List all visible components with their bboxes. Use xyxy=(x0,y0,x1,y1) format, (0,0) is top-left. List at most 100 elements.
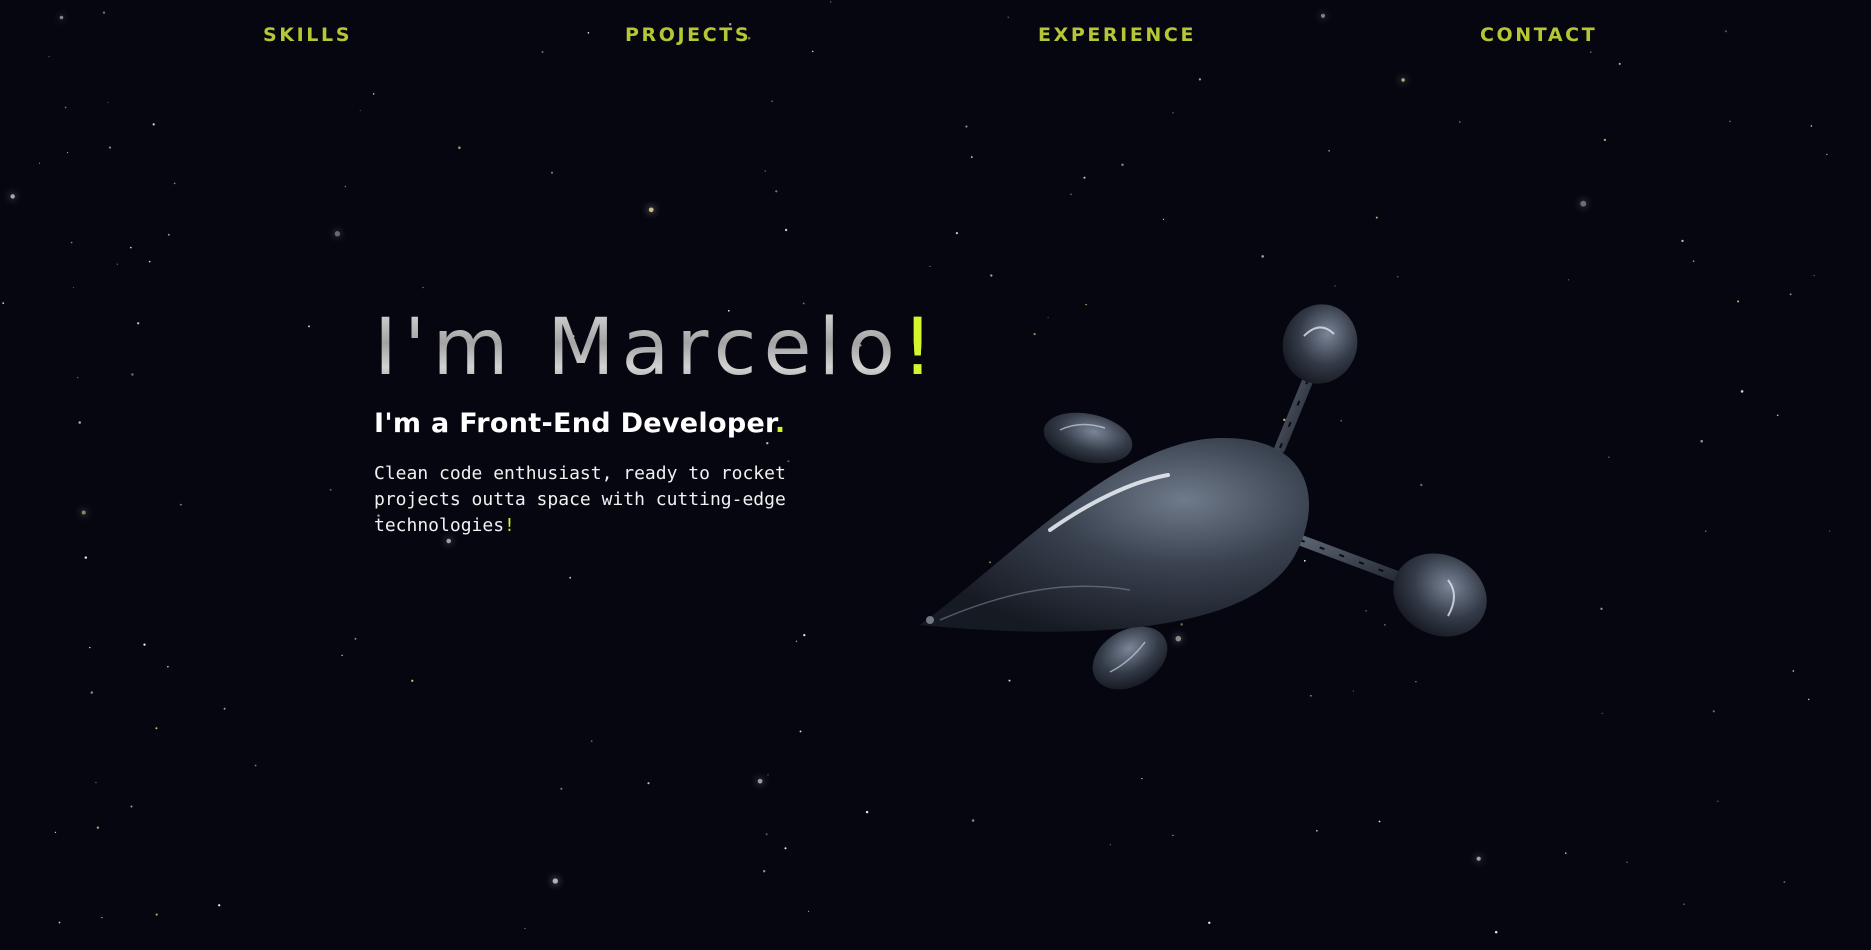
star xyxy=(167,665,169,668)
star xyxy=(2,302,5,304)
star xyxy=(990,274,993,277)
star xyxy=(130,805,133,808)
star xyxy=(143,643,146,646)
star xyxy=(307,325,311,328)
star xyxy=(1208,921,1211,924)
main-nav: SKILLS PROJECTS EXPERIENCE CONTACT xyxy=(0,24,1871,50)
star xyxy=(1567,279,1570,281)
star xyxy=(648,207,654,213)
star xyxy=(965,125,968,128)
hero-subtitle-period: . xyxy=(774,408,786,439)
star xyxy=(1375,216,1378,219)
star xyxy=(90,691,94,694)
star xyxy=(1829,530,1831,532)
star xyxy=(971,819,975,822)
star xyxy=(808,910,810,913)
star xyxy=(334,231,341,237)
star xyxy=(1681,239,1684,243)
star xyxy=(58,921,61,924)
star xyxy=(76,376,79,379)
star xyxy=(329,488,332,491)
star xyxy=(89,646,91,649)
star xyxy=(102,11,106,14)
star xyxy=(775,190,778,193)
star xyxy=(1712,710,1716,713)
star xyxy=(223,707,226,710)
star xyxy=(1198,78,1202,81)
star xyxy=(1807,698,1810,701)
star xyxy=(95,781,97,784)
star xyxy=(39,162,41,164)
star xyxy=(767,774,769,776)
star xyxy=(1083,176,1086,179)
star xyxy=(1789,293,1792,296)
star xyxy=(1162,218,1165,220)
nav-projects-link[interactable]: PROJECTS xyxy=(625,24,751,46)
star xyxy=(1172,834,1174,837)
star xyxy=(101,917,103,919)
star xyxy=(59,15,64,20)
star xyxy=(1316,829,1318,832)
star xyxy=(155,913,158,916)
star xyxy=(108,146,112,149)
hero-description-exclamation: ! xyxy=(504,515,515,536)
star xyxy=(569,576,572,579)
star xyxy=(771,100,774,103)
star xyxy=(1328,150,1330,152)
star xyxy=(1580,200,1587,207)
star xyxy=(131,373,134,376)
nav-experience-link[interactable]: EXPERIENCE xyxy=(1038,24,1196,46)
nav-contact-link[interactable]: CONTACT xyxy=(1480,24,1597,46)
star xyxy=(1740,390,1744,393)
star xyxy=(422,286,424,289)
star xyxy=(167,233,170,236)
hero-description: Clean code enthusiast, ready to rocket p… xyxy=(374,461,834,539)
star xyxy=(647,782,650,785)
star xyxy=(148,260,151,263)
star xyxy=(1813,274,1815,277)
spaceship-icon xyxy=(920,304,1487,690)
star xyxy=(795,640,798,642)
star xyxy=(784,847,787,850)
star xyxy=(1704,530,1707,532)
star xyxy=(552,878,558,884)
star xyxy=(1776,414,1779,417)
star xyxy=(180,503,182,506)
star xyxy=(73,286,75,289)
nav-skills-link[interactable]: SKILLS xyxy=(263,24,352,46)
star xyxy=(78,421,81,424)
star xyxy=(1729,120,1731,122)
star xyxy=(1626,861,1628,863)
star xyxy=(1826,153,1828,156)
star xyxy=(1494,930,1498,934)
star xyxy=(955,231,959,235)
star xyxy=(173,182,176,185)
star xyxy=(84,556,88,559)
star xyxy=(1396,275,1399,278)
star xyxy=(764,170,766,172)
star xyxy=(541,50,544,54)
star xyxy=(1590,51,1592,53)
star xyxy=(372,93,375,95)
star xyxy=(359,109,361,112)
star xyxy=(64,106,67,109)
star xyxy=(1459,121,1461,123)
star xyxy=(10,194,15,199)
star xyxy=(107,102,109,104)
star xyxy=(1792,670,1795,672)
star xyxy=(54,831,57,834)
star xyxy=(784,228,788,232)
star xyxy=(1476,856,1481,861)
star xyxy=(458,146,461,149)
star xyxy=(970,156,973,159)
star xyxy=(1601,712,1603,714)
star xyxy=(341,654,343,657)
star xyxy=(81,510,86,515)
star xyxy=(1121,163,1124,166)
star xyxy=(757,778,763,784)
star xyxy=(67,151,69,154)
star xyxy=(254,764,257,767)
star xyxy=(155,727,158,730)
star xyxy=(830,1,832,3)
star xyxy=(550,171,554,174)
